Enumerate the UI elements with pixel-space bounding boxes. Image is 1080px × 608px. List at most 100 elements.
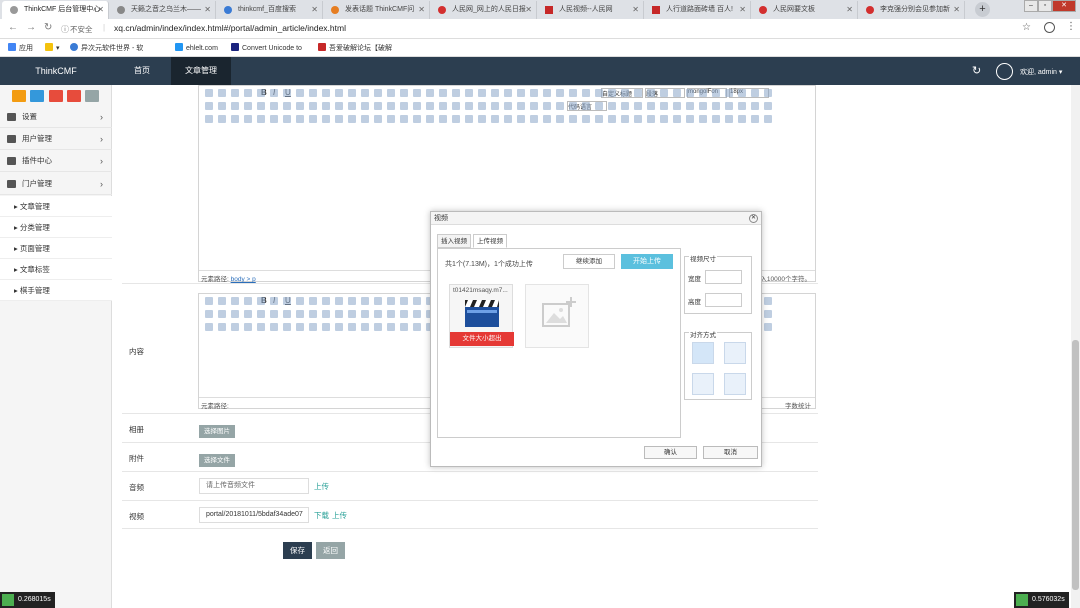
toolbar-button-icon[interactable] [374, 297, 382, 305]
toolbar-button-icon[interactable] [283, 115, 291, 123]
toolbar-button-icon[interactable] [751, 115, 759, 123]
back-arrow-icon[interactable]: ← [8, 22, 18, 33]
start-upload-button[interactable]: 开始上传 [621, 254, 673, 269]
bookmark-52pojie[interactable]: 吾爱破解论坛【破解 [318, 43, 392, 53]
toolbar-button-icon[interactable] [348, 102, 356, 110]
toolbar-button-icon[interactable] [400, 310, 408, 318]
toolbar-button-icon[interactable] [309, 297, 317, 305]
toolbar-button-icon[interactable] [400, 297, 408, 305]
toolbar-button-icon[interactable] [465, 89, 473, 97]
toolbar-button-icon[interactable] [361, 102, 369, 110]
toolbar-button-icon[interactable] [283, 297, 291, 305]
bookmark-unicode[interactable]: Convert Unicode to [231, 43, 302, 52]
toolbar-button-icon[interactable] [686, 102, 694, 110]
browser-tab[interactable]: 发表话题 ThinkCMF问 ✕ [323, 1, 430, 19]
cache-icon[interactable] [67, 90, 81, 102]
toolbar-button-icon[interactable] [374, 323, 382, 331]
close-icon[interactable]: ✕ [311, 1, 318, 19]
toolbar-button-icon[interactable] [361, 297, 369, 305]
toolbar-button-icon[interactable] [296, 323, 304, 331]
align-left-icon[interactable] [724, 342, 746, 364]
align-center-icon[interactable] [724, 373, 746, 395]
toolbar-button-icon[interactable] [231, 310, 239, 318]
toolbar-button-icon[interactable] [283, 310, 291, 318]
toolbar-button-icon[interactable] [296, 310, 304, 318]
window-close-button[interactable]: ✕ [1052, 0, 1076, 12]
toolbar-button-icon[interactable] [621, 102, 629, 110]
bookmark-iplaysoft[interactable]: 异次元软件世界 - 软 [70, 43, 143, 53]
toolbar-button-icon[interactable] [621, 115, 629, 123]
toolbar-button-icon[interactable] [543, 102, 551, 110]
height-input[interactable] [705, 293, 742, 307]
file-icon[interactable] [30, 90, 44, 102]
toolbar-button-icon[interactable] [270, 115, 278, 123]
toolbar-button-icon[interactable] [504, 89, 512, 97]
toolbar-button-icon[interactable] [205, 89, 213, 97]
toolbar-button-icon[interactable] [309, 89, 317, 97]
toolbar-button-icon[interactable] [270, 89, 278, 97]
close-icon[interactable]: ✕ [749, 214, 758, 223]
toolbar-button-icon[interactable] [231, 297, 239, 305]
minimize-button[interactable]: – [1024, 0, 1038, 12]
toolbar-button-icon[interactable] [244, 89, 252, 97]
toolbar-button-icon[interactable] [569, 102, 577, 110]
toolbar-button-icon[interactable] [231, 323, 239, 331]
toolbar-button-icon[interactable] [374, 89, 382, 97]
font-size-select[interactable]: 18px [729, 88, 769, 98]
close-icon[interactable]: ✕ [739, 1, 746, 19]
toolbar-button-icon[interactable] [530, 102, 538, 110]
toolbar-button-icon[interactable] [491, 89, 499, 97]
toolbar-button-icon[interactable] [322, 115, 330, 123]
close-icon[interactable]: ✕ [846, 1, 853, 19]
toolbar-button-icon[interactable] [686, 115, 694, 123]
sidebar-subitem-players[interactable]: ▸ 棋手管理 [0, 280, 112, 301]
video-download-link[interactable]: 下载 [314, 510, 329, 521]
toolbar-button-icon[interactable] [387, 323, 395, 331]
browser-tab[interactable]: 人民网_网上的人民日报 ✕ [430, 1, 537, 19]
align-right-icon[interactable] [692, 373, 714, 395]
toolbar-button-icon[interactable] [686, 89, 694, 97]
sidebar-item-users[interactable]: 用户管理 › [0, 128, 112, 150]
confirm-button[interactable]: 确认 [644, 446, 697, 459]
bookmark-folder[interactable]: ▾ [45, 43, 60, 52]
toolbar-button-icon[interactable] [699, 115, 707, 123]
toolbar-button-icon[interactable] [491, 102, 499, 110]
toolbar-button-icon[interactable] [387, 102, 395, 110]
toolbar-button-icon[interactable] [322, 310, 330, 318]
toolbar-button-icon[interactable] [361, 115, 369, 123]
toolbar-button-icon[interactable] [270, 102, 278, 110]
toolbar-button-icon[interactable] [725, 89, 733, 97]
toolbar-button-icon[interactable] [374, 310, 382, 318]
toolbar-button-icon[interactable] [595, 89, 603, 97]
sidebar-item-plugins[interactable]: 插件中心 › [0, 150, 112, 172]
toolbar-button-icon[interactable] [647, 89, 655, 97]
toolbar-button-icon[interactable] [257, 297, 265, 305]
forward-arrow-icon[interactable]: → [26, 22, 36, 33]
toolbar-button-icon[interactable] [361, 310, 369, 318]
toolbar-button-icon[interactable] [257, 115, 265, 123]
toolbar-button-icon[interactable] [400, 89, 408, 97]
toolbar-button-icon[interactable] [517, 102, 525, 110]
toolbar-button-icon[interactable] [335, 310, 343, 318]
toolbar-button-icon[interactable] [530, 89, 538, 97]
toolbar-button-icon[interactable] [244, 102, 252, 110]
toolbar-button-icon[interactable] [556, 115, 564, 123]
scrollbar-thumb[interactable] [1072, 340, 1079, 590]
toolbar-button-icon[interactable] [764, 297, 772, 305]
toolbar-button-icon[interactable] [634, 102, 642, 110]
reload-icon[interactable]: ↻ [44, 22, 52, 33]
toolbar-button-icon[interactable] [673, 115, 681, 123]
toolbar-button-icon[interactable] [348, 297, 356, 305]
browser-tab[interactable]: thinkcmf_百度搜索 ✕ [216, 1, 323, 19]
toolbar-button-icon[interactable] [309, 310, 317, 318]
toolbar-button-icon[interactable] [569, 115, 577, 123]
toolbar-button-icon[interactable] [270, 323, 278, 331]
toolbar-button-icon[interactable] [465, 102, 473, 110]
toolbar-button-icon[interactable] [296, 89, 304, 97]
browser-tab[interactable]: 人民网要文板 ✕ [751, 1, 858, 19]
toolbar-button-icon[interactable] [413, 323, 421, 331]
toolbar-button-icon[interactable] [439, 115, 447, 123]
toolbar-button-icon[interactable] [738, 115, 746, 123]
width-input[interactable] [705, 270, 742, 284]
continue-add-button[interactable]: 继续添加 [563, 254, 615, 269]
